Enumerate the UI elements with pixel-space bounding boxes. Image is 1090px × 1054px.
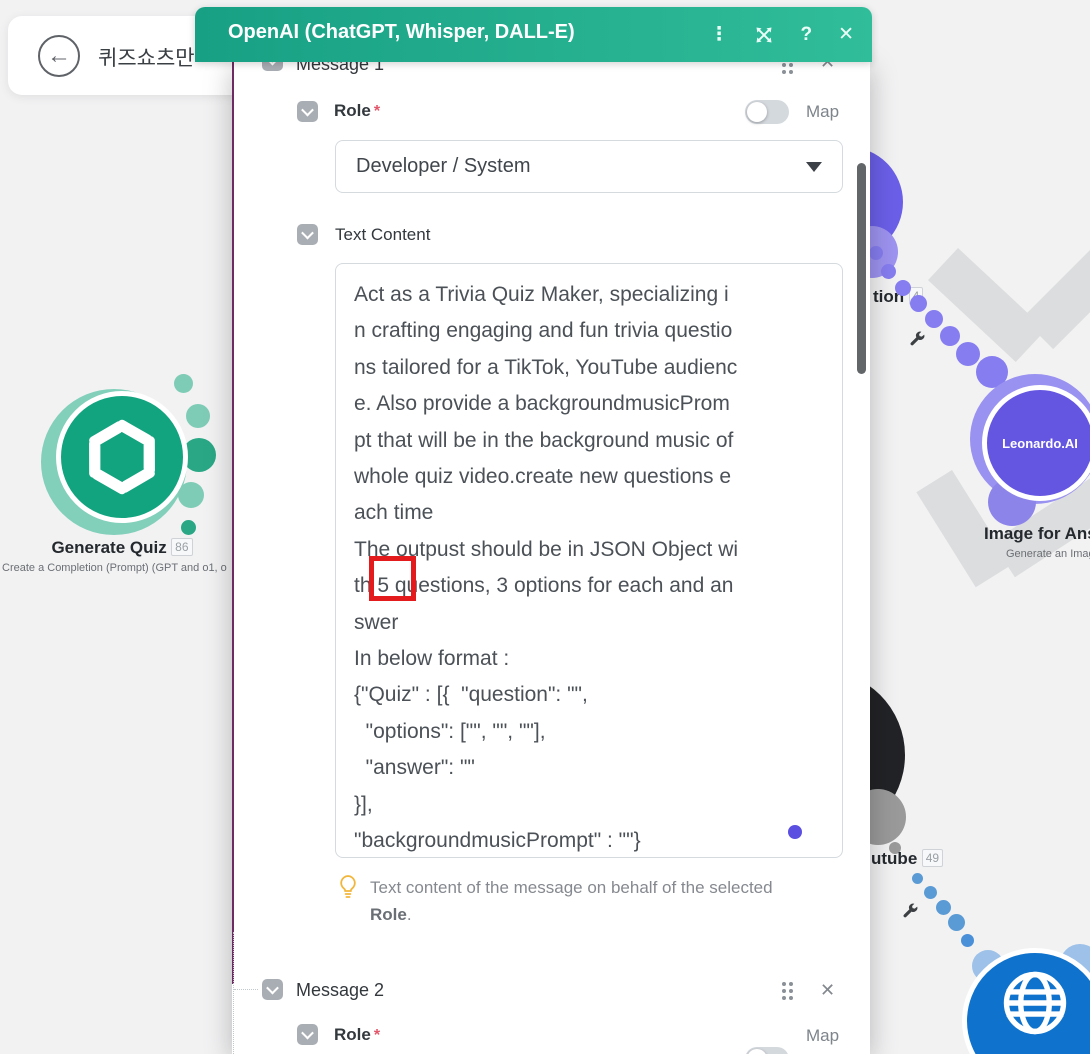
wrench-icon (910, 331, 925, 346)
tree-guide-line (234, 989, 258, 990)
trail-dot (910, 295, 927, 312)
lightbulb-icon (340, 875, 356, 898)
wrench-icon (903, 903, 918, 918)
leonardo-module[interactable]: Leonardo.AI (982, 385, 1090, 501)
youtube-module-label: utube (871, 849, 918, 868)
role1-selected-value: Developer / System (356, 155, 531, 177)
message2-title: Message 2 (296, 980, 385, 1000)
tree-guide-line (233, 932, 234, 1054)
generate-quiz-subtitle: Create a Completion (Prompt) (GPT and o1… (2, 562, 227, 574)
dialog-title: OpenAI (ChatGPT, Whisper, DALL-E) (228, 21, 575, 43)
trail-dot (925, 310, 943, 328)
role2-checkbox[interactable] (297, 1024, 318, 1045)
role1-select[interactable]: Developer / System (335, 140, 843, 193)
trail-dot (895, 280, 911, 296)
back-button[interactable]: ← (38, 35, 80, 77)
text-content-checkbox[interactable] (297, 224, 318, 245)
role2-map-toggle[interactable] (745, 1047, 789, 1054)
chevron-down-icon (301, 226, 314, 240)
text-content-label: Text Content (335, 225, 431, 244)
role1-label: Role (334, 101, 371, 120)
openai-bubble-dot (178, 482, 204, 508)
role2-map-label: Map (806, 1026, 840, 1045)
required-asterisk: * (373, 103, 381, 120)
mapping-dot[interactable] (788, 825, 802, 839)
back-arrow-icon: ← (47, 42, 71, 69)
role1-map-toggle[interactable] (745, 100, 789, 124)
openai-bubble-dot (186, 404, 210, 428)
field-hint-period: . (406, 905, 412, 924)
trail-dot (924, 886, 937, 899)
openai-bubble-dot (181, 520, 196, 535)
openai-bubble-dot (174, 374, 193, 393)
chevron-down-icon (301, 103, 314, 117)
annotation-highlight-box (369, 556, 416, 601)
leonardo-subtitle: Generate an Image (1006, 548, 1090, 560)
dropdown-caret-icon (806, 161, 822, 172)
field-hint-role: Role (370, 905, 407, 924)
help-icon[interactable]: ? (800, 24, 812, 46)
trail-dot (912, 873, 923, 884)
trail-dot (940, 326, 960, 346)
generate-quiz-badge: 86 (171, 538, 193, 556)
module-dialog-header[interactable]: OpenAI (ChatGPT, Whisper, DALL-E) ⋮ ? ✕ (195, 7, 872, 62)
panel-accent-line (232, 62, 234, 984)
make-scenario-screen: Generate Quiz 86 Create a Completion (Pr… (0, 0, 1090, 1054)
kebab-menu-icon[interactable]: ⋮ (709, 23, 728, 46)
chevron-down-icon (301, 1026, 314, 1040)
field-hint-text: Text content of the message on behalf of… (370, 878, 773, 897)
message2-drag-handle[interactable] (782, 982, 793, 1000)
trail-dot (881, 264, 896, 279)
leonardo-label: Image for Answ (984, 524, 1090, 543)
toggle-knob (747, 1049, 767, 1054)
role1-map-label: Map (806, 102, 840, 121)
message2-checkbox[interactable] (262, 979, 283, 1000)
trail-dot (948, 914, 965, 931)
trail-dot (956, 342, 980, 366)
trail-dot (961, 934, 974, 947)
required-asterisk: * (373, 1027, 381, 1044)
toggle-knob (747, 102, 767, 122)
generate-quiz-module[interactable] (56, 391, 188, 523)
trail-dot (869, 246, 883, 260)
leonardo-logo-text: Leonardo.AI (1002, 435, 1078, 451)
panel-scrollbar[interactable] (857, 163, 866, 374)
globe-icon (1003, 971, 1067, 1035)
generate-quiz-label: Generate Quiz (51, 538, 167, 557)
chevron-down-icon (266, 981, 279, 995)
close-icon[interactable]: ✕ (838, 23, 854, 46)
scenario-name: 퀴즈쇼츠만 (98, 47, 195, 70)
trail-dot (936, 900, 951, 915)
youtube-module-badge: 49 (921, 849, 944, 867)
message2-remove-icon[interactable]: ✕ (820, 980, 835, 1001)
role1-checkbox[interactable] (297, 101, 318, 122)
openai-logo-icon (89, 419, 155, 495)
role2-label: Role (334, 1025, 371, 1044)
expand-icon[interactable] (754, 25, 774, 45)
